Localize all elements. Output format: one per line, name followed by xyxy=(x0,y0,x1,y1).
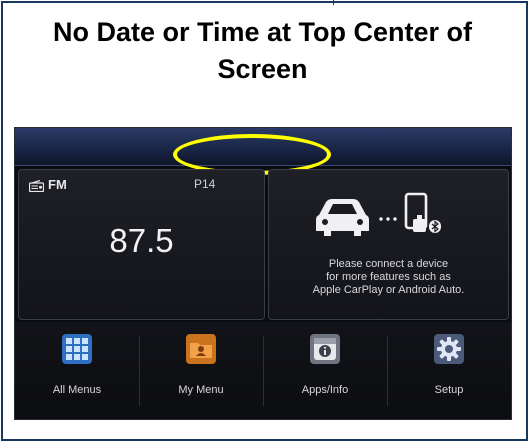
frame-tick xyxy=(333,0,334,5)
dock-label: Setup xyxy=(434,384,464,396)
dock-all-menus[interactable]: All Menus xyxy=(15,322,139,419)
apps-info-icon xyxy=(310,334,340,364)
headline-line-1: No Date or Time at Top Center of xyxy=(52,17,473,47)
dock-apps-info[interactable]: Apps/Info xyxy=(263,322,387,419)
radio-band: FM xyxy=(48,177,67,192)
grid-icon xyxy=(62,334,92,364)
connect-message-line-3: Apple CarPlay or Android Auto. xyxy=(312,284,465,296)
radio-icon xyxy=(29,180,44,192)
radio-preset: P14 xyxy=(194,177,216,191)
connect-message-line-2: for more features such as xyxy=(326,271,451,283)
dock-label: Apps/Info xyxy=(301,384,349,396)
connect-message-line-1: Please connect a device xyxy=(328,258,449,270)
radio-widget[interactable]: FM P14 87.5 xyxy=(18,169,265,320)
car-phone-connect-icon xyxy=(316,192,441,236)
gear-icon xyxy=(434,334,464,364)
dock-label: All Menus xyxy=(52,384,102,396)
folder-user-icon xyxy=(186,334,216,364)
dock-setup[interactable]: Setup xyxy=(387,322,511,419)
connect-message: Please connect a device for more feature… xyxy=(273,258,504,297)
head-unit-screen: FM P14 87.5 Please connect a device for … xyxy=(14,127,512,420)
radio-frequency: 87.5 xyxy=(109,222,174,259)
dock-my-menu[interactable]: My Menu xyxy=(139,322,263,419)
dock-label: My Menu xyxy=(178,384,224,396)
bottom-dock: All Menus My Menu Apps/Info Setup xyxy=(15,322,511,419)
slide-headline: No Date or Time at Top Center of Screen xyxy=(10,14,515,88)
headline-line-2: Screen xyxy=(217,54,308,84)
device-connect-widget[interactable]: Please connect a device for more feature… xyxy=(268,169,509,320)
